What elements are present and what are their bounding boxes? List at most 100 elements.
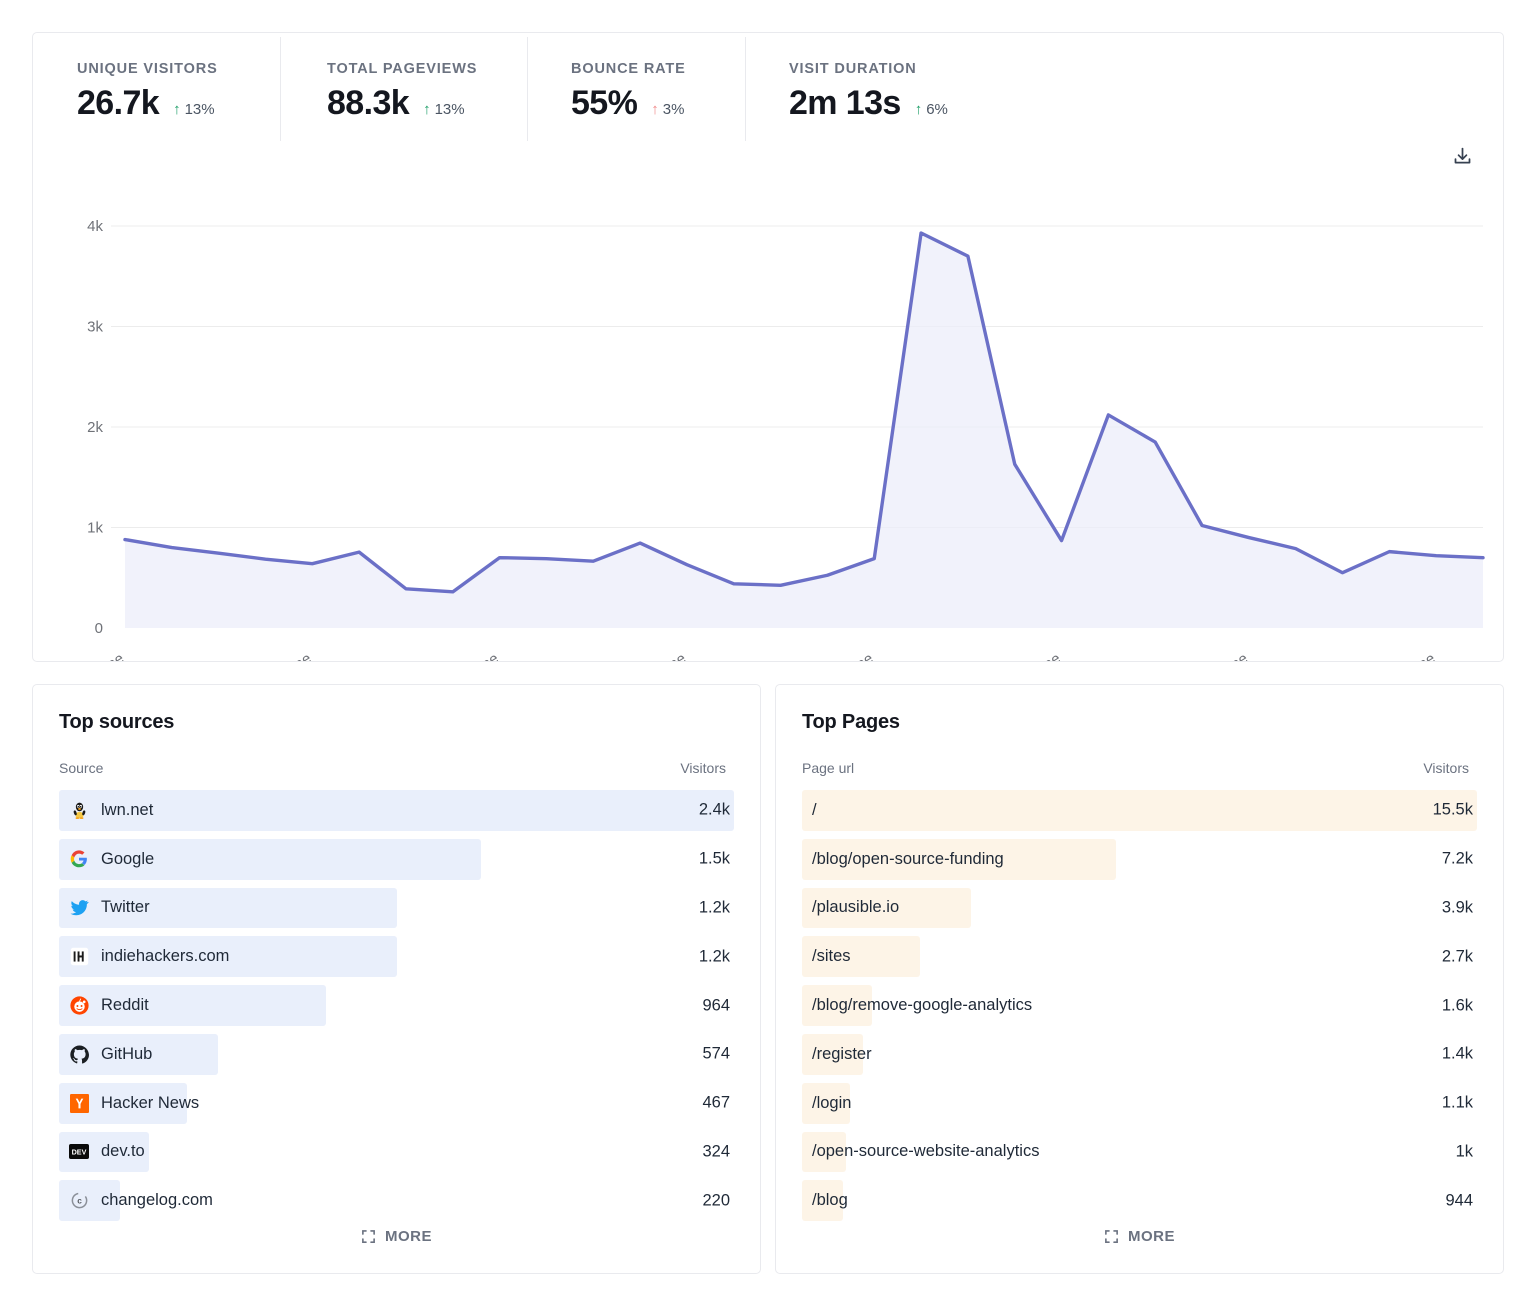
- metric-delta-value: 13%: [185, 101, 215, 118]
- chart-line: [125, 233, 1483, 592]
- row-label: /blog/remove-google-analytics: [802, 996, 1032, 1015]
- row-label: /plausible.io: [802, 898, 899, 917]
- tux-icon: [69, 800, 89, 820]
- row-label-text: Google: [101, 850, 154, 869]
- row-value: 1.5k: [699, 850, 730, 869]
- row-value: 2.7k: [1442, 947, 1473, 966]
- column-header-visitors: Visitors: [1423, 760, 1469, 776]
- row-label-text: /blog/remove-google-analytics: [812, 996, 1032, 1015]
- y-axis-tick: 0: [95, 620, 103, 637]
- metric-unique-visitors[interactable]: UNIQUE VISITORS 26.7k ↑ 13%: [33, 33, 280, 145]
- list-item[interactable]: / 15.5k: [802, 786, 1477, 835]
- row-value: 220: [702, 1191, 730, 1210]
- y-axis-tick: 4k: [87, 218, 103, 235]
- sources-list: lwn.net2.4kGoogle1.5kTwitter1.2kindiehac…: [59, 786, 734, 1225]
- list-item[interactable]: /blog 944: [802, 1176, 1477, 1225]
- metric-label: BOUNCE RATE: [571, 61, 745, 77]
- x-axis-tick: 9 June: [455, 650, 502, 661]
- list-item[interactable]: cchangelog.com 220: [59, 1176, 734, 1225]
- row-value: 1k: [1456, 1142, 1473, 1161]
- visitors-graph-card: UNIQUE VISITORS 26.7k ↑ 13% TOTAL PAGEVI…: [32, 32, 1504, 662]
- row-label-text: GitHub: [101, 1045, 152, 1064]
- list-item[interactable]: /sites2.7k: [802, 932, 1477, 981]
- pages-list: / 15.5k/blog/open-source-funding7.2k/plau…: [802, 786, 1477, 1225]
- svg-text:c: c: [77, 1196, 82, 1206]
- y-axis-tick: 1k: [87, 520, 103, 537]
- row-label: /open-source-website-analytics: [802, 1142, 1039, 1161]
- x-axis-tick: 21 June: [1009, 650, 1063, 661]
- metric-delta: ↑ 13%: [423, 101, 465, 118]
- row-label: /login: [802, 1094, 851, 1113]
- list-item[interactable]: Google 1.5k: [59, 835, 734, 884]
- changelog-icon: c: [69, 1191, 89, 1211]
- row-value: 3.9k: [1442, 898, 1473, 917]
- row-label-text: dev.to: [101, 1142, 145, 1161]
- row-value: 15.5k: [1433, 801, 1473, 820]
- row-label: Google: [59, 849, 154, 869]
- list-item[interactable]: DEV dev.to 324: [59, 1128, 734, 1177]
- row-value: 1.1k: [1442, 1094, 1473, 1113]
- row-value: 964: [702, 996, 730, 1015]
- devto-icon: DEV: [69, 1142, 89, 1162]
- column-header: Source Visitors: [59, 760, 734, 786]
- row-label-text: indiehackers.com: [101, 947, 229, 966]
- row-label: lwn.net: [59, 800, 153, 820]
- top-sources-panel: Top sources Source Visitors lwn.net2.4kG…: [32, 684, 761, 1274]
- row-label-text: lwn.net: [101, 801, 153, 820]
- list-item[interactable]: Hacker News467: [59, 1079, 734, 1128]
- row-value: 7.2k: [1442, 850, 1473, 869]
- row-label-text: /plausible.io: [812, 898, 899, 917]
- row-label: Twitter: [59, 898, 150, 918]
- row-label-text: Twitter: [101, 898, 150, 917]
- row-value: 324: [702, 1142, 730, 1161]
- row-label: cchangelog.com: [59, 1191, 213, 1211]
- list-item[interactable]: lwn.net2.4k: [59, 786, 734, 835]
- x-axis-tick: 17 June: [822, 650, 876, 661]
- row-label-text: /blog: [812, 1191, 848, 1210]
- list-item[interactable]: /login 1.1k: [802, 1079, 1477, 1128]
- column-header-page-url: Page url: [802, 760, 854, 776]
- row-label: /blog: [802, 1191, 848, 1210]
- list-item[interactable]: Reddit 964: [59, 981, 734, 1030]
- x-axis-tick: 1 June: [80, 650, 127, 661]
- list-item[interactable]: /plausible.io 3.9k: [802, 884, 1477, 933]
- metric-value: 26.7k: [77, 84, 159, 123]
- x-axis-tick: 29 June: [1384, 650, 1438, 661]
- analytics-dashboard: UNIQUE VISITORS 26.7k ↑ 13% TOTAL PAGEVI…: [0, 0, 1536, 1306]
- metric-bounce-rate[interactable]: BOUNCE RATE 55% ↑ 3%: [527, 33, 745, 145]
- list-item[interactable]: indiehackers.com1.2k: [59, 932, 734, 981]
- metric-visit-duration[interactable]: VISIT DURATION 2m 13s ↑ 6%: [745, 33, 1045, 145]
- pages-more-button[interactable]: MORE: [776, 1228, 1503, 1245]
- arrow-up-icon: ↑: [915, 102, 923, 117]
- reddit-icon: [69, 996, 89, 1016]
- x-axis-tick: 5 June: [267, 650, 314, 661]
- y-axis-tick: 3k: [87, 319, 103, 336]
- row-label: /: [802, 801, 817, 820]
- row-label: /register: [802, 1045, 872, 1064]
- list-item[interactable]: /register1.4k: [802, 1030, 1477, 1079]
- top-pages-panel: Top Pages Page url Visitors /15.5k/blog/…: [775, 684, 1504, 1274]
- list-item[interactable]: /blog/remove-google-analytics 1.6k: [802, 981, 1477, 1030]
- list-item[interactable]: /blog/open-source-funding7.2k: [802, 835, 1477, 884]
- row-value: 1.6k: [1442, 996, 1473, 1015]
- metric-total-pageviews[interactable]: TOTAL PAGEVIEWS 88.3k ↑ 13%: [280, 33, 527, 145]
- arrow-up-icon: ↑: [651, 102, 659, 117]
- list-item[interactable]: /open-source-website-analytics 1k: [802, 1128, 1477, 1177]
- row-label: indiehackers.com: [59, 947, 229, 967]
- row-value: 944: [1445, 1191, 1473, 1210]
- column-header-visitors: Visitors: [680, 760, 726, 776]
- metric-value: 88.3k: [327, 84, 409, 123]
- list-item[interactable]: Twitter1.2k: [59, 884, 734, 933]
- visitors-line-chart[interactable]: 01k2k3k4k1 June5 June9 June13 June17 Jun…: [33, 145, 1503, 661]
- twitter-icon: [69, 898, 89, 918]
- row-value: 467: [702, 1094, 730, 1113]
- row-label-text: /open-source-website-analytics: [812, 1142, 1039, 1161]
- sources-more-button[interactable]: MORE: [33, 1228, 760, 1245]
- metric-delta: ↑ 13%: [173, 101, 215, 118]
- pages-more-label: MORE: [1128, 1228, 1175, 1245]
- row-bar: [802, 790, 1477, 831]
- list-item[interactable]: GitHub574: [59, 1030, 734, 1079]
- row-label-text: Reddit: [101, 996, 149, 1015]
- row-label: DEV dev.to: [59, 1142, 145, 1162]
- column-header-source: Source: [59, 760, 103, 776]
